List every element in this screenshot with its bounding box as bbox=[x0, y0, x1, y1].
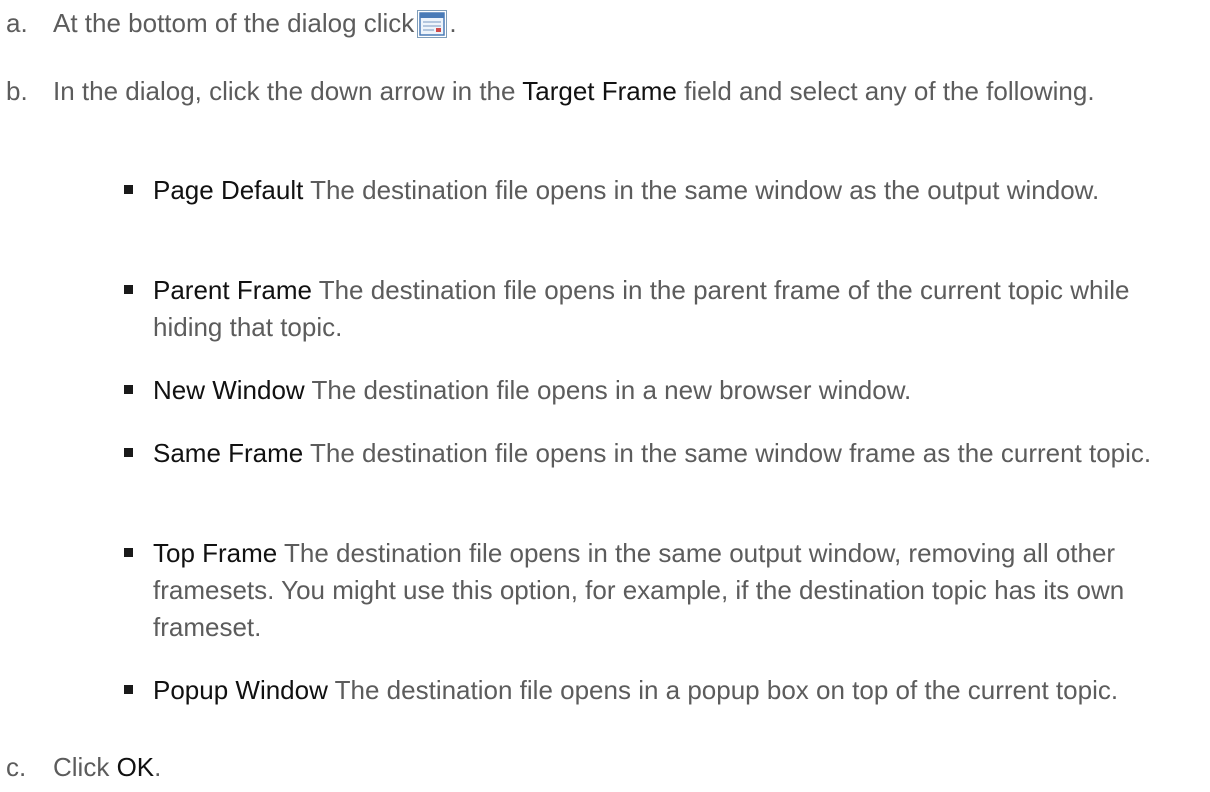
option-desc: The destination file opens in the same o… bbox=[153, 538, 1125, 642]
option-desc: The destination file opens in a new brow… bbox=[311, 375, 912, 405]
step-text-after: field and select any of the following. bbox=[684, 76, 1095, 106]
step-marker: a. bbox=[6, 8, 28, 38]
list-item-body: New Window The destination file opens in… bbox=[153, 372, 1204, 409]
bullet-marker bbox=[124, 285, 133, 294]
step-text: In the dialog, click the down arrow in t… bbox=[53, 73, 1200, 110]
option-desc: The destination file opens in the same w… bbox=[310, 175, 1100, 205]
step-term: OK bbox=[116, 752, 155, 782]
step-marker: b. bbox=[6, 76, 28, 106]
option-desc: The destination file opens in a popup bo… bbox=[334, 675, 1119, 705]
option-term: Same Frame bbox=[153, 438, 304, 468]
step-text-after: . bbox=[154, 752, 162, 782]
list-item-body: Page Default The destination file opens … bbox=[153, 172, 1204, 209]
step-text-before: Click bbox=[53, 752, 110, 782]
step-text: At the bottom of the dialog click . bbox=[53, 5, 1200, 42]
dialog-window-icon bbox=[417, 10, 448, 38]
list-item-body: Parent Frame The destination file opens … bbox=[153, 272, 1204, 346]
step-text-before: In the dialog, click the down arrow in t… bbox=[53, 76, 516, 106]
option-term: Popup Window bbox=[153, 675, 328, 705]
option-term: Parent Frame bbox=[153, 275, 312, 305]
list-item-body: Popup Window The destination file opens … bbox=[153, 672, 1204, 709]
bullet-marker bbox=[124, 548, 133, 557]
bullet-marker bbox=[124, 385, 133, 394]
list-item-body: Same Frame The destination file opens in… bbox=[153, 435, 1204, 472]
option-term: Top Frame bbox=[153, 538, 278, 568]
list-item-body: Top Frame The destination file opens in … bbox=[153, 535, 1204, 646]
option-desc: The destination file opens in the same w… bbox=[310, 438, 1152, 468]
step-b: b. In the dialog, click the down arrow i… bbox=[0, 73, 1200, 149]
step-term: Target Frame bbox=[522, 76, 677, 106]
step-text-after: . bbox=[449, 8, 457, 38]
step-text: Click OK. bbox=[53, 749, 1200, 786]
step-a: a. At the bottom of the dialog click . bbox=[0, 5, 1200, 45]
step-c: c. Click OK. bbox=[0, 749, 1200, 789]
step-marker: c. bbox=[6, 752, 27, 782]
bullet-marker bbox=[124, 685, 133, 694]
step-text-before: At the bottom of the dialog click bbox=[53, 8, 415, 38]
bullet-marker bbox=[124, 185, 133, 194]
option-term: Page Default bbox=[153, 175, 304, 205]
option-term: New Window bbox=[153, 375, 305, 405]
bullet-marker bbox=[124, 448, 133, 457]
